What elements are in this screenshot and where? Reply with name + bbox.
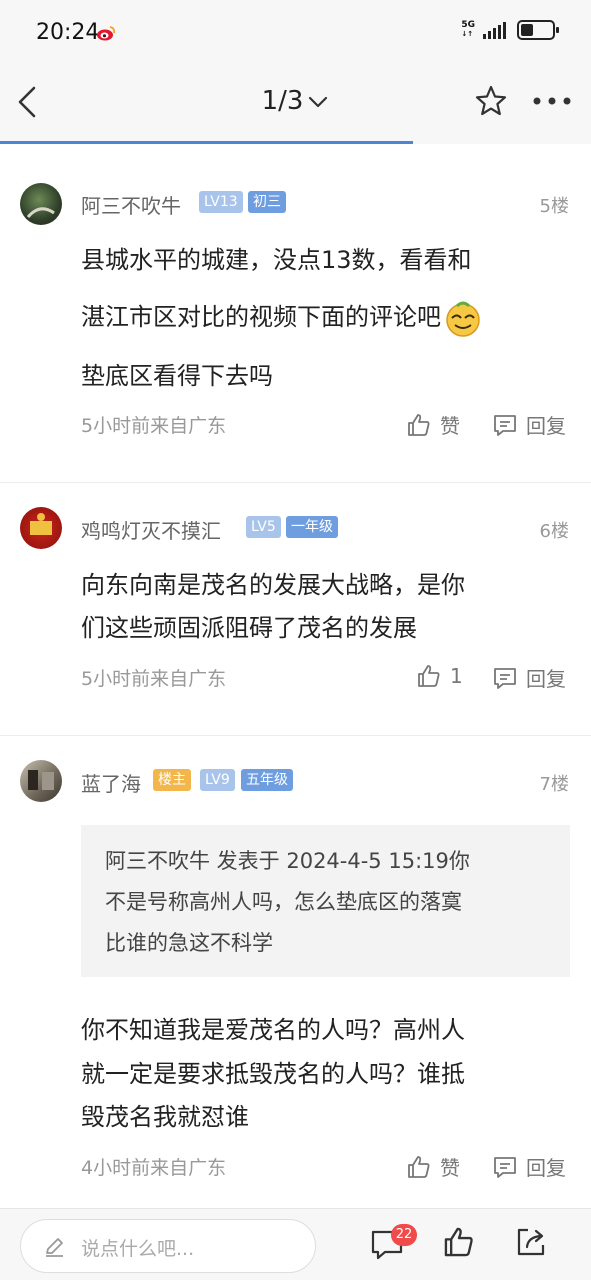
comment-floor-7: 蓝了海 楼主 LV9 五年级 7楼 阿三不吹牛 发表于 2024-4-5 15:… <box>0 736 591 1208</box>
status-time: 20:24 <box>36 20 100 45</box>
comment-count-badge: 22 <box>391 1224 417 1246</box>
reply-label: 回复 <box>526 414 566 438</box>
status-bar: 20:24 5G ↓↑ <box>0 0 591 64</box>
grade-badge: 初三 <box>248 191 286 213</box>
avatar[interactable] <box>20 183 62 225</box>
page-indicator-label: 1/3 <box>261 86 304 116</box>
top-nav-bar: 1/3 <box>0 64 591 144</box>
quote-line: 不是号称高州人吗，怎么垫底区的落寞 <box>105 890 462 914</box>
comment-floor-5: 阿三不吹牛 LV13 初三 5楼 县城水平的城建，没点13数，看看和 湛江市区对… <box>0 160 591 482</box>
like-button[interactable]: 赞 <box>406 410 460 439</box>
avatar[interactable] <box>20 507 62 549</box>
weibo-icon <box>97 26 116 41</box>
avatar[interactable] <box>20 760 62 802</box>
like-count: 1 <box>450 664 463 688</box>
emoji-icon <box>446 301 480 337</box>
floor-number: 5楼 <box>539 196 569 217</box>
reply-button[interactable]: 回复 <box>492 663 566 692</box>
more-icon[interactable] <box>532 94 572 108</box>
comment-line: 你不知道我是爱茂名的人吗？高州人 <box>81 1016 465 1044</box>
floor-number: 6楼 <box>539 521 569 542</box>
op-badge: 楼主 <box>153 769 191 791</box>
comment-line: 垫底区看得下去吗 <box>81 362 273 390</box>
floor-number: 7楼 <box>539 774 569 795</box>
comment-line: 就一定是要求抵毁茂名的人吗？谁抵 <box>81 1060 465 1088</box>
reply-icon <box>494 1156 516 1178</box>
thumb-up-icon <box>408 1155 430 1178</box>
pen-icon <box>46 1238 63 1257</box>
reply-label: 回复 <box>526 667 566 691</box>
comment-input[interactable]: 说点什么吧... <box>20 1219 316 1273</box>
level-badge: LV5 <box>246 516 281 538</box>
comment-input-placeholder: 说点什么吧... <box>81 1238 195 1260</box>
reply-icon <box>494 414 516 436</box>
quoted-reply[interactable]: 阿三不吹牛 发表于 2024-4-5 15:19你 不是号称高州人吗，怎么垫底区… <box>81 825 570 977</box>
username[interactable]: 鸡鸣灯灭不摸汇 <box>81 515 221 544</box>
like-label: 赞 <box>440 414 460 438</box>
share-icon[interactable] <box>514 1225 548 1259</box>
time-location: 5小时前来自广东 <box>81 668 227 690</box>
grade-badge: 五年级 <box>241 769 293 791</box>
time-location: 5小时前来自广东 <box>81 415 227 437</box>
page-progress-line <box>0 141 413 144</box>
reply-label: 回复 <box>526 1156 566 1180</box>
quote-line: 阿三不吹牛 发表于 2024-4-5 15:19你 <box>105 849 470 873</box>
like-button[interactable]: 赞 <box>406 1152 460 1181</box>
thumb-up-icon <box>408 413 430 436</box>
level-badge: LV13 <box>199 191 243 213</box>
thumb-up-icon[interactable] <box>442 1225 476 1259</box>
level-badge: LV9 <box>200 769 235 791</box>
reply-button[interactable]: 回复 <box>492 1152 566 1181</box>
comment-line: 们这些顽固派阻碍了茂名的发展 <box>81 614 417 642</box>
signal-icon <box>483 22 506 39</box>
reply-icon <box>494 667 516 689</box>
like-label: 赞 <box>440 1156 460 1180</box>
reply-button[interactable]: 回复 <box>492 410 566 439</box>
thumb-up-icon <box>418 665 440 687</box>
star-icon[interactable] <box>474 84 508 118</box>
comment-line: 向东向南是茂名的发展大战略，是你 <box>81 571 465 599</box>
username[interactable]: 阿三不吹牛 <box>81 190 181 219</box>
like-button[interactable]: 1 <box>416 663 463 689</box>
grade-badge: 一年级 <box>286 516 338 538</box>
comment-floor-6: 鸡鸣灯灭不摸汇 LV5 一年级 6楼 向东向南是茂名的发展大战略，是你 们这些顽… <box>0 483 591 735</box>
chevron-down-icon <box>309 96 328 107</box>
comment-line: 湛江市区对比的视频下面的评论吧 <box>81 297 483 338</box>
time-location: 4小时前来自广东 <box>81 1157 227 1179</box>
quote-line: 比谁的急这不科学 <box>105 931 273 955</box>
bottom-action-bar: 说点什么吧... <box>0 1208 591 1280</box>
status-indicators: 5G ↓↑ <box>461 20 559 40</box>
battery-icon <box>517 20 559 40</box>
username[interactable]: 蓝了海 <box>81 768 141 797</box>
network-label: 5G ↓↑ <box>461 20 475 39</box>
comment-line: 毁茂名我就怼谁 <box>81 1103 249 1131</box>
comment-line: 县城水平的城建，没点13数，看看和 <box>81 246 472 274</box>
